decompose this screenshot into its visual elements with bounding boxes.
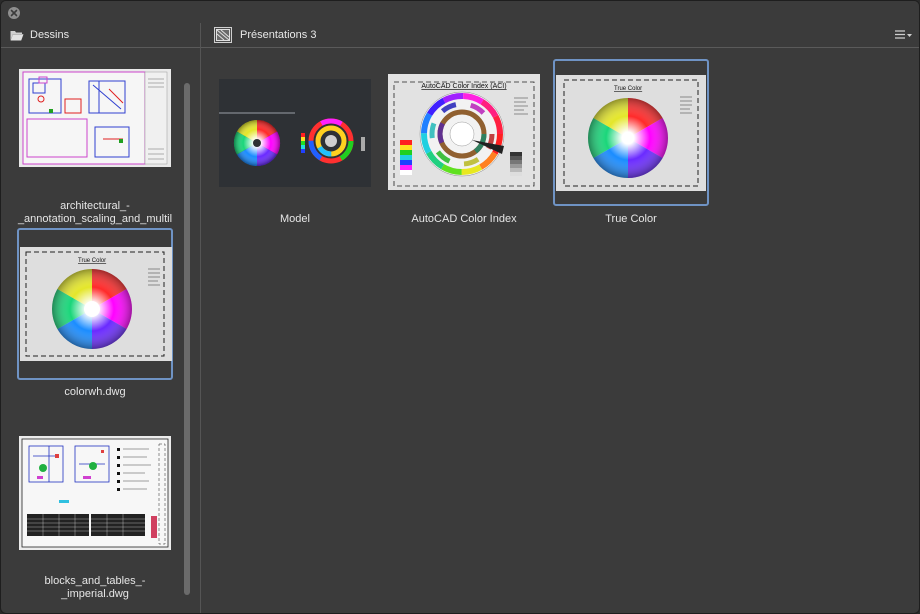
drawing-name-line1: colorwh.dwg — [64, 386, 126, 398]
thumb-title-text: True Color — [78, 258, 106, 264]
drawing-name: blocks_and_tables_- _imperial.dwg — [7, 575, 183, 601]
layout-name: True Color — [605, 213, 657, 225]
panel-divider[interactable] — [200, 23, 201, 613]
window: Dessins Présentations 3 architectural_- … — [0, 0, 920, 614]
drawing-name-line1: blocks_and_tables_- — [44, 575, 146, 587]
layout-thumbnail[interactable] — [217, 59, 373, 206]
drawing-preview — [19, 69, 171, 167]
close-button[interactable] — [8, 7, 20, 19]
layout-preview: AutoCAD Color Index (ACI) — [388, 74, 540, 190]
layout-icon — [214, 27, 232, 43]
drawing-thumbnail[interactable] — [17, 63, 173, 215]
drawings-panel-title: Dessins — [30, 29, 70, 41]
layout-preview: True Color — [556, 75, 706, 191]
list-menu-icon — [895, 30, 912, 39]
drawing-name-line2: _imperial.dwg — [61, 588, 129, 600]
drawing-name: architectural_- _annotation_scaling_and_… — [7, 200, 183, 226]
layout-thumbnail-selected[interactable]: True Color — [553, 59, 709, 206]
layout-name: AutoCAD Color Index — [411, 213, 517, 225]
view-options-button[interactable] — [894, 29, 912, 41]
folder-open-icon — [10, 30, 24, 40]
drawings-panel-header: Dessins — [1, 23, 200, 48]
drawings-scrollbar[interactable] — [184, 83, 190, 595]
drawing-preview — [19, 436, 171, 550]
drawing-preview: True Color — [20, 247, 172, 361]
drawing-name: colorwh.dwg — [7, 386, 183, 399]
layouts-panel-title: Présentations 3 — [240, 29, 317, 41]
drawing-name-line2: _annotation_scaling_and_multil — [17, 213, 173, 225]
drawing-name-line1: architectural_- — [60, 200, 130, 212]
layout-thumbnail[interactable]: AutoCAD Color Index (ACI) — [386, 59, 542, 206]
close-icon — [10, 9, 18, 17]
title-bar — [1, 1, 919, 23]
layout-name: Model — [280, 213, 310, 225]
drawing-thumbnail-selected[interactable]: True Color — [17, 228, 173, 380]
thumb-title-text: AutoCAD Color Index (ACI) — [421, 83, 506, 90]
thumb-title-text: True Color — [614, 86, 642, 92]
layout-preview — [219, 79, 371, 187]
layouts-panel-header: Présentations 3 — [201, 23, 919, 48]
drawing-thumbnail[interactable] — [17, 430, 173, 582]
